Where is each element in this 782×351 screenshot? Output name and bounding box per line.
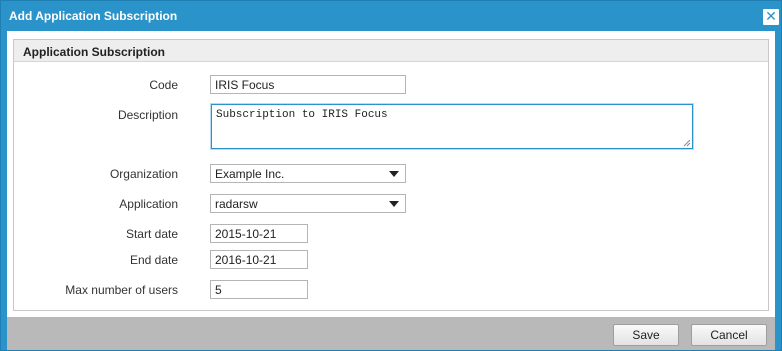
application-value: radarsw	[215, 197, 258, 211]
add-subscription-dialog: Add Application Subscription ✕ Applicati…	[0, 0, 782, 351]
chevron-down-icon	[389, 171, 399, 177]
dialog-body: Application Subscription Code IRIS Focus…	[7, 31, 775, 317]
fieldset-header: Application Subscription	[14, 40, 768, 62]
chevron-down-icon	[389, 201, 399, 207]
save-button[interactable]: Save	[613, 324, 679, 346]
cancel-button[interactable]: Cancel	[691, 324, 767, 346]
description-field[interactable]: Subscription to IRIS Focus	[211, 104, 693, 149]
resize-grip-icon[interactable]	[683, 139, 691, 147]
organization-label: Organization	[109, 167, 178, 181]
start-date-field[interactable]: 2015-10-21	[210, 224, 308, 243]
code-field[interactable]: IRIS Focus	[210, 75, 406, 94]
application-select[interactable]: radarsw	[210, 194, 406, 213]
description-text: Subscription to IRIS Focus	[216, 109, 388, 121]
max-users-label: Max number of users	[65, 283, 178, 297]
dialog-footer: Save Cancel	[7, 317, 775, 350]
organization-value: Example Inc.	[215, 167, 285, 181]
close-button[interactable]: ✕	[763, 9, 779, 25]
organization-select[interactable]: Example Inc.	[210, 164, 406, 183]
dialog-title: Add Application Subscription	[9, 9, 178, 23]
end-date-label: End date	[129, 253, 178, 267]
application-label: Application	[119, 197, 178, 211]
start-date-label: Start date	[125, 227, 178, 241]
description-label: Description	[117, 108, 178, 122]
end-date-field[interactable]: 2016-10-21	[210, 250, 308, 269]
dialog-titlebar[interactable]: Add Application Subscription ✕	[1, 1, 781, 31]
max-users-field[interactable]: 5	[210, 280, 308, 299]
close-icon: ✕	[765, 9, 777, 25]
subscription-fieldset: Application Subscription Code IRIS Focus…	[13, 39, 769, 311]
fieldset-legend: Application Subscription	[23, 45, 166, 59]
code-label: Code	[149, 78, 178, 92]
